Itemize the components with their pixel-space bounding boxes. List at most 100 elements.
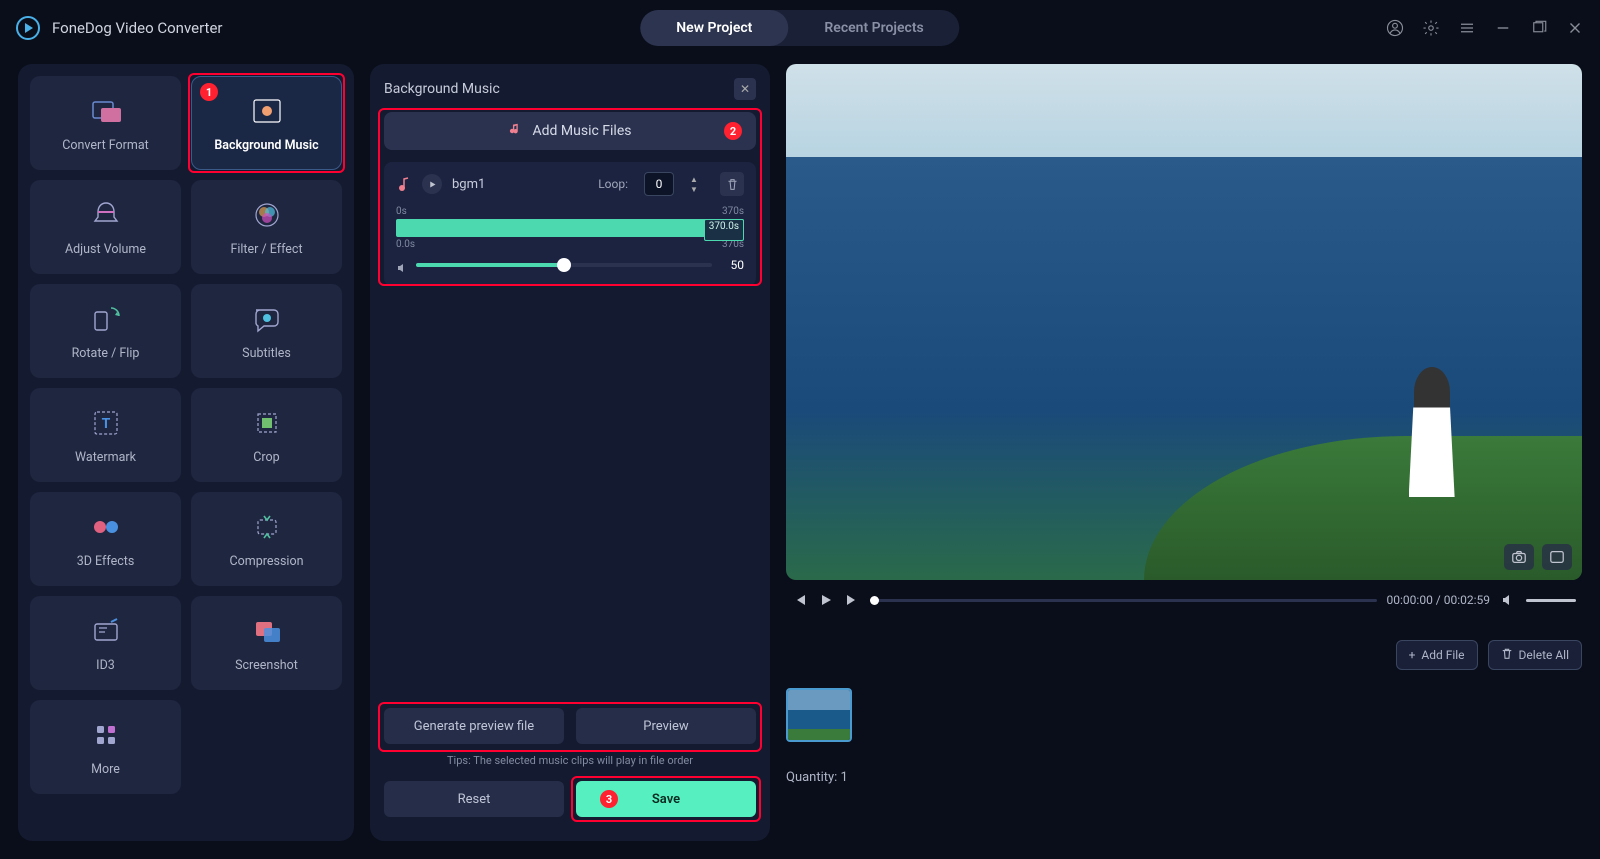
- prev-button[interactable]: [792, 592, 808, 608]
- tool-rotate-flip[interactable]: Rotate / Flip: [30, 284, 181, 378]
- app-title: FoneDog Video Converter: [52, 19, 222, 37]
- compress-icon: [250, 510, 284, 544]
- callout-badge-2: 2: [724, 122, 742, 140]
- tool-filter-effect[interactable]: Filter / Effect: [191, 180, 342, 274]
- speaker-icon: [396, 259, 408, 271]
- next-button[interactable]: [844, 592, 860, 608]
- tab-recent-projects[interactable]: Recent Projects: [788, 10, 959, 46]
- app-brand: FoneDog Video Converter: [16, 16, 222, 40]
- settings-icon[interactable]: [1422, 19, 1440, 37]
- player-controls: 00:00:00 / 00:02:59: [786, 592, 1582, 608]
- tool-label: Compression: [230, 554, 304, 569]
- generate-preview-button[interactable]: Generate preview file: [384, 708, 564, 744]
- range-end: 370s: [722, 206, 744, 217]
- tool-screenshot[interactable]: Screenshot: [191, 596, 342, 690]
- video-frame-image: [786, 64, 1582, 580]
- tool-label: Rotate / Flip: [72, 346, 140, 361]
- waveform-track[interactable]: [396, 219, 744, 237]
- grid-icon: [89, 718, 123, 752]
- fullscreen-button[interactable]: [1542, 544, 1572, 570]
- tool-label: 3D Effects: [77, 554, 135, 569]
- plus-icon: +: [1409, 648, 1416, 662]
- tools-panel: Convert Format 1 Background Music Adjust…: [18, 64, 354, 841]
- progress-slider[interactable]: [870, 599, 1377, 602]
- tool-label: Background Music: [214, 138, 318, 153]
- music-note-icon: [396, 176, 412, 192]
- player-speaker-icon[interactable]: [1500, 592, 1516, 608]
- tool-crop[interactable]: Crop: [191, 388, 342, 482]
- glasses-icon: [89, 510, 123, 544]
- player-volume-slider[interactable]: [1526, 599, 1576, 602]
- tool-label: Watermark: [75, 450, 136, 465]
- loop-value[interactable]: 0: [644, 172, 674, 196]
- save-button[interactable]: 3 Save: [576, 781, 756, 817]
- volume-value: 50: [720, 258, 744, 272]
- callout-badge-1: 1: [200, 83, 218, 101]
- add-music-label: Add Music Files: [533, 123, 632, 139]
- track-name: bgm1: [452, 177, 588, 192]
- tool-convert-format[interactable]: Convert Format: [30, 76, 181, 170]
- add-file-label: Add File: [1421, 648, 1464, 662]
- clip-thumbnails: [786, 682, 1582, 748]
- tool-background-music[interactable]: 1 Background Music: [191, 76, 342, 170]
- screenshot-icon: [250, 614, 284, 648]
- tool-more[interactable]: More: [30, 700, 181, 794]
- tab-new-project[interactable]: New Project: [640, 10, 788, 46]
- preview-button[interactable]: Preview: [576, 708, 756, 744]
- music-track-card: bgm1 Loop: 0 ▲ ▼ 0s 370s 0.0s 370s: [384, 162, 756, 286]
- tool-label: Adjust Volume: [65, 242, 146, 257]
- vol-range-start: 0.0s: [396, 239, 415, 250]
- tool-watermark[interactable]: T Watermark: [30, 388, 181, 482]
- trash-icon: [1501, 648, 1513, 663]
- tool-label: Subtitles: [242, 346, 291, 361]
- close-icon[interactable]: [1566, 19, 1584, 37]
- tool-label: ID3: [96, 658, 115, 673]
- loop-down-button[interactable]: ▼: [688, 184, 700, 194]
- svg-text:T: T: [101, 416, 110, 432]
- callout-badge-3: 3: [600, 790, 618, 808]
- project-tabs: New Project Recent Projects: [640, 10, 959, 46]
- panel-close-button[interactable]: ✕: [734, 78, 756, 100]
- clip-thumb[interactable]: [786, 688, 852, 742]
- account-icon[interactable]: [1386, 19, 1404, 37]
- thumb-image: [788, 690, 850, 740]
- tool-id3[interactable]: ID3: [30, 596, 181, 690]
- play-button[interactable]: [818, 592, 834, 608]
- minimize-icon[interactable]: [1494, 19, 1512, 37]
- tool-label: Crop: [253, 450, 279, 465]
- add-music-button[interactable]: Add Music Files 2: [384, 112, 756, 150]
- add-file-button[interactable]: + Add File: [1396, 640, 1478, 670]
- save-label: Save: [652, 792, 680, 807]
- music-note-icon: [509, 122, 523, 140]
- loop-stepper: ▲ ▼: [688, 174, 700, 194]
- reset-button[interactable]: Reset: [384, 781, 564, 817]
- lens-icon: [250, 198, 284, 232]
- panel-title: Background Music: [384, 81, 500, 97]
- bell-icon: [89, 198, 123, 232]
- window-controls: [1386, 19, 1584, 37]
- text-icon: T: [89, 406, 123, 440]
- tool-adjust-volume[interactable]: Adjust Volume: [30, 180, 181, 274]
- main-area: Convert Format 1 Background Music Adjust…: [0, 56, 1600, 859]
- snapshot-button[interactable]: [1504, 544, 1534, 570]
- tool-label: Convert Format: [62, 138, 149, 153]
- delete-track-button[interactable]: [720, 172, 744, 196]
- loop-up-button[interactable]: ▲: [688, 174, 700, 184]
- loop-label: Loop:: [598, 177, 628, 191]
- app-logo-icon: [16, 16, 40, 40]
- tool-3d-effects[interactable]: 3D Effects: [30, 492, 181, 586]
- delete-all-button[interactable]: Delete All: [1488, 640, 1582, 670]
- file-action-bar: + Add File Delete All: [786, 640, 1582, 670]
- title-bar: FoneDog Video Converter New Project Rece…: [0, 0, 1600, 56]
- tips-text: Tips: The selected music clips will play…: [384, 754, 756, 767]
- volume-slider[interactable]: [416, 263, 712, 267]
- bgm-panel: Background Music ✕ Add Music Files 2 bgm…: [370, 64, 770, 841]
- tool-subtitles[interactable]: Subtitles: [191, 284, 342, 378]
- tool-compression[interactable]: Compression: [191, 492, 342, 586]
- track-play-button[interactable]: [422, 174, 442, 194]
- tool-label: Screenshot: [235, 658, 298, 673]
- tool-label: Filter / Effect: [230, 242, 302, 257]
- id3-icon: [89, 614, 123, 648]
- menu-icon[interactable]: [1458, 19, 1476, 37]
- maximize-icon[interactable]: [1530, 19, 1548, 37]
